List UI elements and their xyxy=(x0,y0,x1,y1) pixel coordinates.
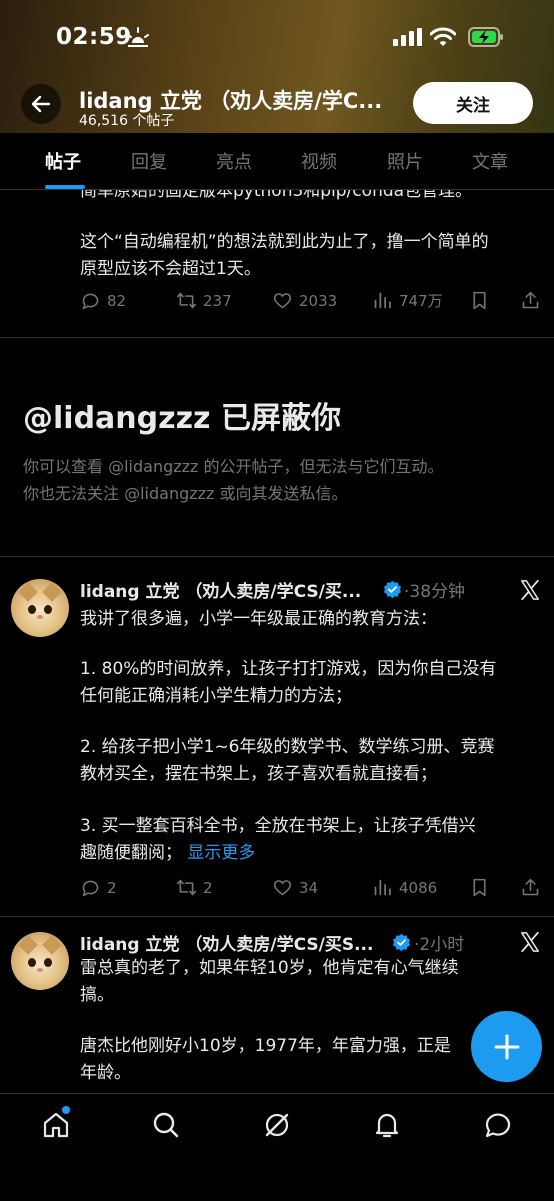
post-text: 原型应该不会超过1天。 xyxy=(80,259,261,279)
post-author-name[interactable]: lidang 立党 （劝人卖房/学CS/买... xyxy=(80,577,378,602)
views-button[interactable]: 4086 xyxy=(372,877,437,898)
retweet-button[interactable]: 2 xyxy=(176,877,213,898)
views-button[interactable]: 747万 xyxy=(372,290,443,311)
reply-icon xyxy=(82,880,99,897)
blocked-message: 你可以查看 @lidangzzz 的公开帖子，但无法与它们互动。 xyxy=(23,457,444,476)
profile-header: lidang 立党 （劝人卖房/学C... 46,516 个帖子 关注 xyxy=(0,80,554,130)
post-count: 46,516 个帖子 xyxy=(79,113,175,129)
post-text: 我讲了很多遍，小学一年级最正确的教育方法： xyxy=(80,609,437,629)
tab-articles[interactable]: 文章 xyxy=(472,148,508,174)
reply-button[interactable]: 82 xyxy=(80,290,126,311)
plus-icon xyxy=(494,1034,519,1059)
post-text-last: 趣随便翻阅； 显示更多 xyxy=(80,840,255,866)
post-text: 教材买全，摆在书架上，孩子喜欢看就直接看； xyxy=(80,764,437,784)
tab-photos[interactable]: 照片 xyxy=(387,148,423,174)
post-text: 3. 买一整套百科全书，全放在书架上，让孩子凭借兴 xyxy=(80,816,476,836)
post-text: 搞。 xyxy=(80,985,114,1005)
post-text: 年龄。 xyxy=(80,1063,131,1083)
like-button[interactable]: 34 xyxy=(272,877,318,898)
verified-icon xyxy=(383,580,402,599)
battery-charging-icon xyxy=(468,27,503,47)
post-text: 唐杰比他刚好小10岁，1977年，年富力强，正是 xyxy=(80,1036,451,1056)
retweet-icon xyxy=(176,879,197,896)
back-arrow-icon xyxy=(31,95,51,113)
tab-posts[interactable]: 帖子 xyxy=(45,148,81,174)
home-unread-dot xyxy=(62,1106,70,1114)
blocked-message: 你也无法关注 @lidangzzz 或向其发送私信。 xyxy=(23,484,348,503)
home-icon[interactable] xyxy=(41,1110,71,1140)
retweet-button[interactable]: 237 xyxy=(176,290,232,311)
divider xyxy=(0,337,554,338)
compose-post-button[interactable] xyxy=(471,1011,542,1082)
cellular-signal-icon xyxy=(393,28,422,46)
notifications-icon[interactable] xyxy=(372,1110,402,1140)
views-icon xyxy=(374,879,391,896)
share-icon[interactable] xyxy=(520,290,541,311)
x-logo-icon xyxy=(521,931,539,953)
views-icon xyxy=(374,292,391,309)
like-button[interactable]: 2033 xyxy=(272,290,337,311)
reply-count: 82 xyxy=(107,291,127,310)
reply-icon xyxy=(82,293,99,310)
post-time: ·2小时 xyxy=(414,935,465,955)
grok-icon[interactable] xyxy=(262,1110,292,1140)
like-count: 34 xyxy=(299,878,319,897)
retweet-icon xyxy=(176,292,197,309)
reply-count: 2 xyxy=(107,878,117,897)
like-icon xyxy=(273,880,292,896)
search-icon[interactable] xyxy=(151,1110,181,1140)
post-actions: 2 2 34 4086 xyxy=(80,877,542,901)
status-bar: 02:59 xyxy=(0,0,554,72)
avatar[interactable] xyxy=(11,579,69,637)
post-text: 1. 80%的时间放养，让孩子打打游戏，因为你自己没有 xyxy=(80,659,497,679)
view-count: 4086 xyxy=(399,878,438,897)
retweet-count: 237 xyxy=(203,291,232,310)
retweet-count: 2 xyxy=(203,878,213,897)
avatar[interactable] xyxy=(11,932,69,990)
post-text: 2. 给孩子把小学1~6年级的数学书、数学练习册、竞赛 xyxy=(80,737,495,757)
profile-tabs: 帖子 回复 亮点 视频 照片 文章 xyxy=(0,133,554,190)
post-text: 趣随便翻阅； xyxy=(80,843,182,863)
tab-highlights[interactable]: 亮点 xyxy=(216,148,252,174)
divider xyxy=(0,916,554,917)
post-text: 雷总真的老了，如果年轻10岁，他肯定有心气继续 xyxy=(80,958,459,978)
post-author-name[interactable]: lidang 立党 （劝人卖房/学CS/买S... xyxy=(80,930,378,955)
post-text: 这个“自动编程机”的想法就到此为止了，撸一个简单的 xyxy=(80,232,489,252)
bookmark-icon[interactable] xyxy=(469,877,490,898)
follow-button[interactable]: 关注 xyxy=(413,82,533,124)
divider xyxy=(0,556,554,557)
view-count: 747万 xyxy=(399,292,443,310)
post-time: ·38分钟 xyxy=(404,582,466,602)
sunrise-icon xyxy=(127,27,149,47)
verified-icon xyxy=(392,933,411,952)
x-logo-icon xyxy=(521,579,539,601)
post-text: 简单原始的固定版本python3和pip/conda包管理。 xyxy=(80,190,473,201)
like-icon xyxy=(273,293,292,309)
bookmark-icon[interactable] xyxy=(469,290,490,311)
blocked-title: @lidangzzz 已屏蔽你 xyxy=(23,401,341,436)
post-actions: 82 237 2033 747万 xyxy=(80,290,542,314)
messages-icon[interactable] xyxy=(483,1110,513,1140)
wifi-icon xyxy=(430,27,456,46)
reply-button[interactable]: 2 xyxy=(80,877,117,898)
post-text: 任何能正确消耗小学生精力的方法； xyxy=(80,686,352,706)
timeline: 简单原始的固定版本python3和pip/conda包管理。 这个“自动编程机”… xyxy=(0,190,554,1093)
status-time: 02:59 xyxy=(56,24,132,50)
show-more-link[interactable]: 显示更多 xyxy=(187,843,255,863)
back-button[interactable] xyxy=(21,84,61,124)
active-tab-indicator xyxy=(45,185,85,189)
share-icon[interactable] xyxy=(520,877,541,898)
bottom-navigation xyxy=(0,1093,554,1201)
tab-replies[interactable]: 回复 xyxy=(131,148,167,174)
like-count: 2033 xyxy=(299,291,338,310)
tab-videos[interactable]: 视频 xyxy=(301,148,337,174)
